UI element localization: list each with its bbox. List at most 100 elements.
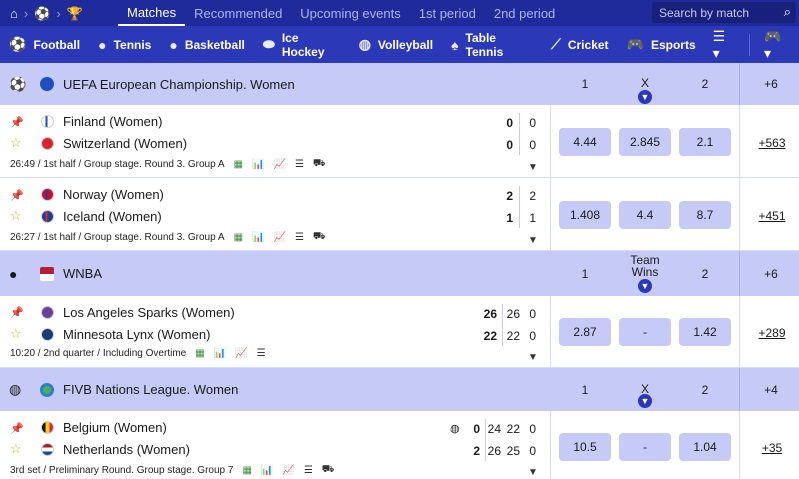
odd-button-2[interactable]: 8.7 — [679, 201, 731, 229]
pin-icon[interactable]: 📌 — [10, 422, 24, 435]
chart-icon[interactable]: 📈 — [235, 348, 247, 359]
team-name: Iceland (Women) — [63, 209, 162, 224]
pin-icon[interactable]: 📌 — [10, 116, 24, 129]
chart-icon[interactable]: 📈 — [274, 232, 286, 243]
favorite-star-icon[interactable]: ☆ — [10, 441, 22, 457]
match-info: 26:49 / 1st half / Group stage. Round 3.… — [10, 158, 326, 171]
pin-icon[interactable]: 📌 — [10, 306, 24, 319]
favorite-star-icon[interactable]: ☆ — [10, 326, 22, 342]
court-icon[interactable]: ▦ — [195, 348, 204, 359]
stats-icon[interactable]: 📊 — [261, 465, 273, 476]
tab-recommended[interactable]: Recommended — [185, 0, 291, 26]
trophy-icon[interactable]: 🏆 — [67, 7, 83, 20]
sport-label: Esports — [650, 37, 696, 52]
team-home[interactable]: Los Angeles Sparks (Women) — [41, 305, 235, 320]
sport-football[interactable]: ⚽ Football — [0, 26, 89, 63]
chevron-down-icon[interactable]: ▼ — [638, 394, 652, 408]
match-row: 📌 ☆ Finland (Women) Switzerland (Women) … — [0, 105, 799, 178]
sport-label: Basketball — [184, 37, 245, 52]
odd-button-x[interactable]: 2.845 — [619, 128, 671, 156]
volleyball-icon: ◍ — [9, 381, 22, 397]
team-away[interactable]: Netherlands (Women) — [41, 442, 190, 457]
odd-button-1[interactable]: 4.44 — [559, 128, 611, 156]
odd-button-x[interactable]: 4.4 — [619, 201, 671, 229]
list-icon[interactable]: ☰ — [295, 232, 304, 243]
sport-esports[interactable]: 🎮 Esports — [618, 26, 705, 63]
flag-icon — [41, 421, 54, 434]
odd-button-2[interactable]: 2.1 — [679, 128, 731, 156]
team-away[interactable]: Iceland (Women) — [41, 209, 162, 224]
odd-button-2[interactable]: 1.42 — [679, 318, 731, 346]
odd-button-1[interactable]: 10.5 — [559, 433, 611, 461]
sport-ice-hockey[interactable]: ⬬ Ice Hockey — [254, 26, 350, 63]
lineup-icon[interactable]: ⛟ — [322, 464, 335, 477]
stats-icon[interactable]: 📊 — [214, 348, 226, 359]
lineup-icon[interactable]: ⛟ — [313, 158, 326, 171]
home-icon[interactable]: ⌂ — [10, 7, 18, 20]
court-icon[interactable]: ▦ — [242, 465, 251, 476]
lineup-icon[interactable]: ⛟ — [313, 231, 326, 244]
team-home[interactable]: Belgium (Women) — [41, 420, 167, 435]
list-icon[interactable]: ☰ — [257, 348, 266, 359]
tab-upcoming-events[interactable]: Upcoming events — [291, 0, 409, 26]
sport-basketball[interactable]: ● Basketball — [160, 26, 254, 63]
more-odds-link[interactable]: +289 — [756, 326, 788, 340]
sport-tennis[interactable]: ● Tennis — [89, 26, 160, 63]
team-away[interactable]: Minnesota Lynx (Women) — [41, 327, 210, 342]
stats-icon[interactable]: 📊 — [252, 159, 264, 170]
chart-icon[interactable]: 📈 — [274, 159, 286, 170]
sport-cricket[interactable]: ⟋ Cricket — [542, 26, 618, 63]
team-home[interactable]: Finland (Women) — [41, 114, 162, 129]
list-icon[interactable]: ☰ — [304, 465, 313, 476]
chevron-down-icon[interactable]: ▼ — [638, 90, 652, 104]
score-period: 26 — [487, 444, 501, 458]
search-icon[interactable]: ⌕ — [784, 4, 791, 20]
pin-icon[interactable]: 📌 — [10, 189, 24, 202]
score-period: 24 — [487, 422, 501, 436]
chart-icon[interactable]: 📈 — [282, 465, 294, 476]
football-icon[interactable]: ⚽ — [34, 7, 50, 20]
favorite-star-icon[interactable]: ☆ — [10, 208, 22, 224]
chevron-down-icon[interactable]: ▼ — [528, 467, 538, 478]
league-header-wnba[interactable]: ● WNBA 1 Team Wins ▼ 2 +6 — [0, 251, 799, 296]
field-icon[interactable]: ▦ — [234, 159, 243, 170]
tennis-ball-icon: ● — [98, 36, 107, 53]
sport-label: Ice Hockey — [281, 30, 325, 59]
more-odds-link[interactable]: +563 — [756, 136, 788, 150]
league-header-uefa[interactable]: ⚽ UEFA European Championship. Women 1 X … — [0, 63, 799, 105]
team-name: Los Angeles Sparks (Women) — [63, 305, 235, 320]
odd-button-x[interactable]: - — [619, 318, 671, 346]
more-sports-menu-icon[interactable]: ☰ ▾ — [705, 28, 743, 62]
team-away[interactable]: Switzerland (Women) — [41, 136, 187, 151]
score-total: 0 — [506, 138, 513, 152]
favorite-star-icon[interactable]: ☆ — [10, 135, 22, 151]
league-name: WNBA — [63, 266, 102, 281]
tab-1st-period[interactable]: 1st period — [410, 0, 485, 26]
chevron-down-icon[interactable]: ▼ — [528, 162, 538, 173]
team-home[interactable]: Norway (Women) — [41, 187, 164, 202]
more-odds-link[interactable]: +451 — [756, 209, 788, 223]
stats-icon[interactable]: 📊 — [252, 232, 264, 243]
odd-button-1[interactable]: 1.408 — [559, 201, 611, 229]
flag-icon — [41, 115, 54, 128]
field-icon[interactable]: ▦ — [234, 232, 243, 243]
divider — [739, 63, 740, 105]
search-input[interactable] — [659, 5, 777, 20]
chevron-down-icon[interactable]: ▼ — [638, 279, 652, 293]
tab-2nd-period[interactable]: 2nd period — [485, 0, 564, 26]
odd-button-1[interactable]: 2.87 — [559, 318, 611, 346]
tab-matches[interactable]: Matches — [118, 0, 186, 26]
sport-table-tennis[interactable]: ♠ Table Tennis — [442, 26, 542, 63]
hockey-puck-icon: ⬬ — [262, 36, 275, 52]
odd-button-x[interactable]: - — [619, 433, 671, 461]
chevron-down-icon[interactable]: ▼ — [528, 235, 538, 246]
esports-dropdown-icon[interactable]: 🎮 ▾ — [756, 28, 799, 62]
list-icon[interactable]: ☰ — [295, 159, 304, 170]
more-odds-link[interactable]: +35 — [756, 441, 788, 455]
odd-button-2[interactable]: 1.04 — [679, 433, 731, 461]
league-header-fivb[interactable]: ◍ FIVB Nations League. Women 1 X ▼ 2 +4 — [0, 368, 799, 411]
match-status: 26:27 / 1st half / Group stage. Round 3.… — [10, 232, 225, 243]
sport-volleyball[interactable]: ◍ Volleyball — [350, 26, 442, 63]
score-period: 0 — [529, 444, 536, 458]
chevron-down-icon[interactable]: ▼ — [528, 352, 538, 363]
